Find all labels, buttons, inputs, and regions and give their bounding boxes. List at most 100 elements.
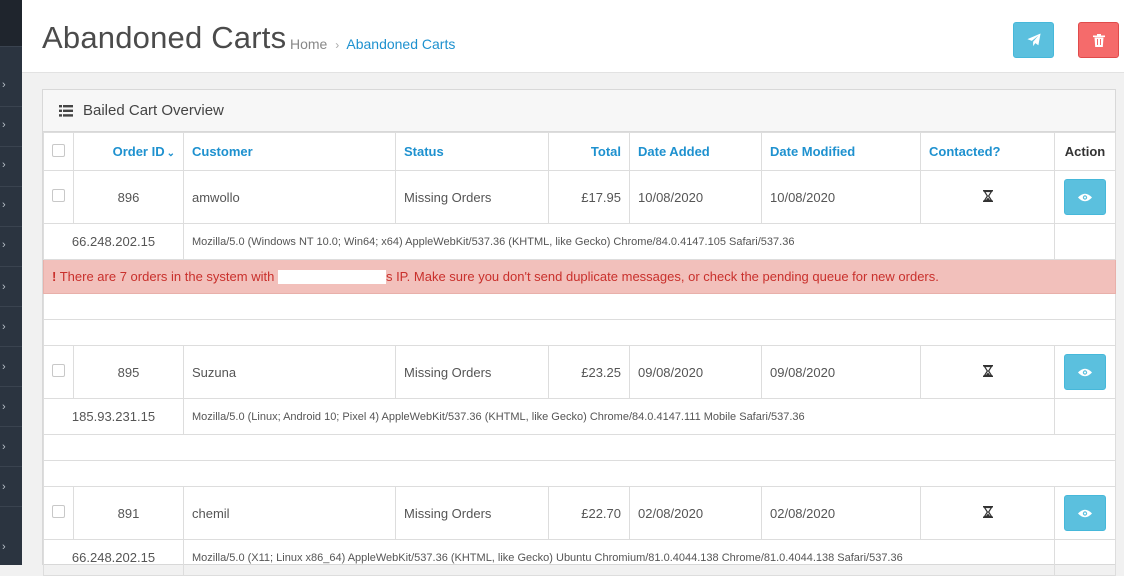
chevron-right-icon[interactable]: ›	[2, 240, 12, 251]
row-checkbox[interactable]	[52, 364, 65, 377]
sidebar-divider	[0, 266, 22, 267]
table-row: 891 chemil Missing Orders £22.70 02/08/2…	[43, 486, 1116, 540]
sidebar-divider	[0, 466, 22, 467]
date-modified-cell: 02/08/2020	[761, 486, 921, 540]
breadcrumb: Home › Abandoned Carts	[290, 36, 455, 52]
select-all-checkbox[interactable]	[52, 143, 65, 157]
ip-address-cell: 66.248.202.15	[43, 223, 184, 260]
spacer-row	[43, 434, 1116, 461]
date-added-header[interactable]: Date Added	[629, 132, 762, 171]
view-button[interactable]	[1064, 179, 1106, 215]
sidebar-divider	[0, 226, 22, 227]
row-checkbox[interactable]	[52, 189, 65, 202]
total-header[interactable]: Total	[548, 132, 630, 171]
sidebar-divider	[0, 186, 22, 187]
breadcrumb-abandoned-carts[interactable]: Abandoned Carts	[346, 36, 455, 52]
total-cell: £23.25	[548, 345, 630, 399]
list-icon	[59, 105, 73, 117]
sort-desc-icon: ⌄	[166, 148, 175, 159]
panel-title: Bailed Cart Overview	[83, 102, 224, 119]
empty-cell	[1054, 398, 1116, 435]
sidebar-divider	[0, 426, 22, 427]
chevron-right-icon[interactable]: ›	[2, 200, 12, 211]
hourglass-icon	[982, 364, 993, 377]
order-id-cell: 895	[73, 345, 184, 399]
alert-text-end: s IP. Make sure you don't send duplicate…	[385, 268, 939, 284]
status-cell: Missing Orders	[395, 486, 549, 540]
sidebar-divider	[0, 386, 22, 387]
spacer-row	[43, 293, 1116, 320]
total-cell: £22.70	[548, 486, 630, 540]
action-cell	[1054, 345, 1116, 399]
date-added-cell: 02/08/2020	[629, 486, 762, 540]
chevron-right-icon[interactable]: ›	[2, 120, 12, 131]
paper-plane-icon	[1026, 33, 1041, 47]
action-cell	[1054, 486, 1116, 540]
empty-cell	[1054, 223, 1116, 260]
spacer-cell	[43, 460, 1116, 487]
select-all-header	[43, 132, 74, 171]
spacer-row	[43, 460, 1116, 487]
delete-button[interactable]	[1078, 22, 1119, 58]
sidebar-logo-area	[0, 0, 22, 47]
action-header: Action	[1054, 132, 1116, 171]
redacted-block	[277, 270, 386, 285]
chevron-right-icon[interactable]: ›	[2, 542, 12, 553]
chevron-right-icon[interactable]: ›	[2, 160, 12, 171]
ip-address-cell: 185.93.231.15	[43, 398, 184, 435]
eye-icon	[1078, 368, 1092, 376]
date-added-cell: 10/08/2020	[629, 170, 762, 224]
hourglass-icon	[982, 189, 993, 202]
trash-icon	[1092, 33, 1105, 47]
user-agent-cell: Mozilla/5.0 (X11; Linux x86_64) AppleWeb…	[183, 539, 1055, 576]
row-select-cell	[43, 345, 74, 399]
alert-message: ! There are 7 orders in the system with …	[43, 259, 1116, 294]
chevron-right-icon[interactable]: ›	[2, 442, 12, 453]
customer-cell: chemil	[183, 486, 396, 540]
duplicate-ip-alert: ! There are 7 orders in the system with …	[43, 259, 1116, 294]
order-id-cell: 896	[73, 170, 184, 224]
table-row: 896 amwollo Missing Orders £17.95 10/08/…	[43, 170, 1116, 224]
alert-text-start: There are 7 orders in the system with	[59, 268, 275, 284]
table-row-details: 185.93.231.15 Mozilla/5.0 (Linux; Androi…	[43, 398, 1116, 435]
breadcrumb-home[interactable]: Home	[290, 36, 327, 52]
user-agent-cell: Mozilla/5.0 (Windows NT 10.0; Win64; x64…	[183, 223, 1055, 260]
contacted-cell	[920, 170, 1055, 224]
contacted-cell	[920, 345, 1055, 399]
status-cell: Missing Orders	[395, 170, 549, 224]
chevron-right-icon[interactable]: ›	[2, 80, 12, 91]
chevron-right-icon[interactable]: ›	[2, 402, 12, 413]
spacer-cell	[43, 434, 1116, 461]
chevron-right-icon[interactable]: ›	[2, 482, 12, 493]
page-title: Abandoned Carts	[42, 20, 287, 55]
contacted-header[interactable]: Contacted?	[920, 132, 1055, 171]
hourglass-icon	[982, 505, 993, 518]
row-select-cell	[43, 486, 74, 540]
customer-cell: amwollo	[183, 170, 396, 224]
send-button[interactable]	[1013, 22, 1054, 58]
view-button[interactable]	[1064, 495, 1106, 531]
chevron-right-icon[interactable]: ›	[2, 362, 12, 373]
date-modified-header[interactable]: Date Modified	[761, 132, 921, 171]
status-cell: Missing Orders	[395, 345, 549, 399]
date-modified-cell: 09/08/2020	[761, 345, 921, 399]
chevron-right-icon[interactable]: ›	[2, 282, 12, 293]
table-row-details: 66.248.202.15 Mozilla/5.0 (X11; Linux x8…	[43, 539, 1116, 576]
chevron-right-icon[interactable]: ›	[2, 322, 12, 333]
user-agent-cell: Mozilla/5.0 (Linux; Android 10; Pixel 4)…	[183, 398, 1055, 435]
eye-icon	[1078, 509, 1092, 517]
customer-header[interactable]: Customer	[183, 132, 396, 171]
row-checkbox[interactable]	[52, 505, 65, 518]
sidebar: › › › › › › › › › › › ›	[0, 0, 22, 565]
status-header[interactable]: Status	[395, 132, 549, 171]
empty-cell	[1054, 539, 1116, 576]
view-button[interactable]	[1064, 354, 1106, 390]
order-id-cell: 891	[73, 486, 184, 540]
row-select-cell	[43, 170, 74, 224]
total-cell: £17.95	[548, 170, 630, 224]
contacted-cell	[920, 486, 1055, 540]
order-id-header[interactable]: Order ID ⌄	[73, 132, 184, 171]
sidebar-divider	[0, 106, 22, 107]
customer-cell: Suzuna	[183, 345, 396, 399]
ip-address-cell: 66.248.202.15	[43, 539, 184, 576]
